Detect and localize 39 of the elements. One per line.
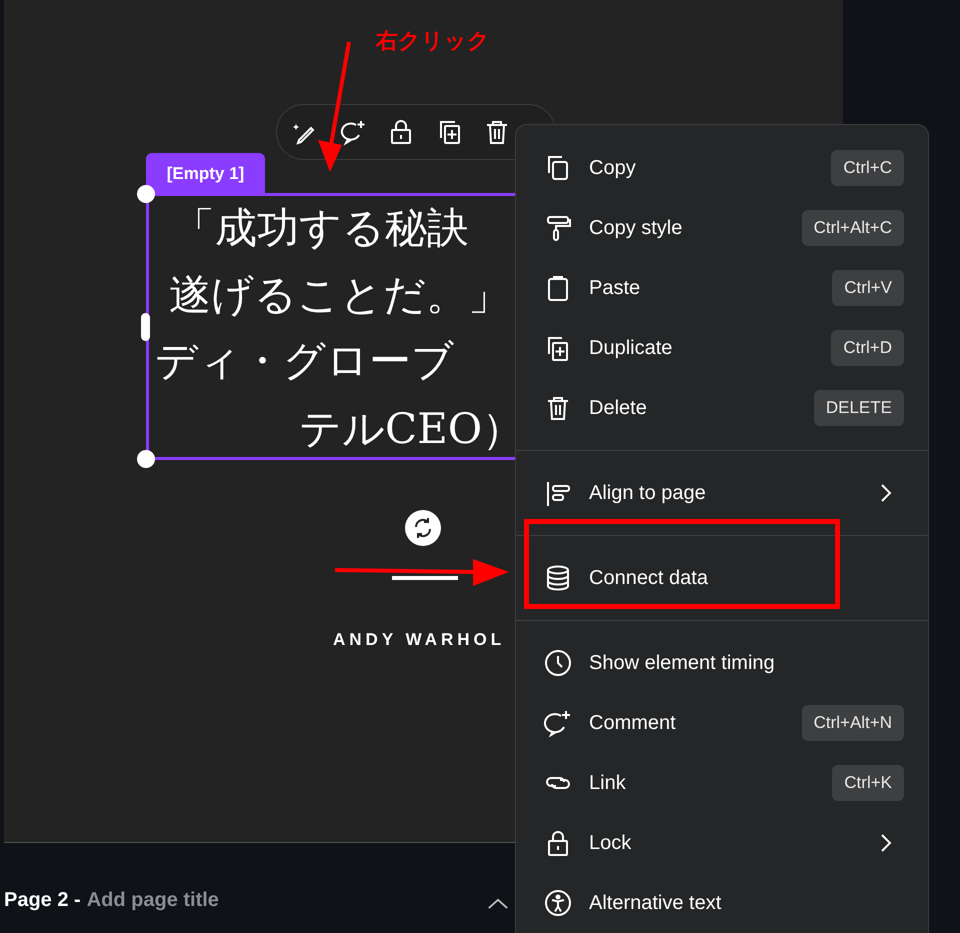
chevron-right-icon [880,833,892,853]
shortcut-badge: Ctrl+V [832,270,904,306]
shortcut-badge: Ctrl+C [831,150,904,186]
menu-item[interactable]: Link Ctrl+K [516,753,928,813]
shortcut-badge: Ctrl+Alt+C [802,210,904,246]
rotate-handle-icon[interactable] [404,509,442,547]
menu-item[interactable]: Comment Ctrl+Alt+N [516,693,928,753]
clock-icon [544,649,572,677]
chevron-right-icon [880,483,892,503]
database-icon [544,564,572,592]
annotation-label: 右クリック [376,27,490,55]
chevron-up-icon[interactable] [487,897,509,910]
align-left-icon [544,479,572,507]
quote-text-line: 遂げることだ。」 [169,270,510,320]
shortcut-badge: DELETE [814,390,904,426]
resize-handle[interactable] [137,185,155,203]
menu-item[interactable]: Show element timing [516,633,928,693]
menu-item[interactable]: Copy style Ctrl+Alt+C [516,198,928,258]
resize-handle[interactable] [137,450,155,468]
menu-item[interactable]: Alternative text [516,873,928,933]
side-resize-handle[interactable] [141,313,150,341]
author-name: ANDY WARHOL [333,630,506,650]
page-title-field[interactable]: Add page title [86,888,287,912]
menu-item[interactable]: Duplicate Ctrl+D [516,318,928,378]
menu-item[interactable]: Copy Ctrl+C [516,138,928,198]
quote-text-line: 「成功する秘訣 [173,203,469,253]
shortcut-badge: Ctrl+Alt+N [802,705,904,741]
comment-plus-icon [544,709,572,737]
menu-item[interactable]: Align to page [516,463,928,523]
paint-roller-icon [544,214,572,242]
menu-item[interactable]: Lock [516,813,928,873]
shortcut-badge: Ctrl+K [832,765,904,801]
accessibility-icon [544,889,572,917]
quote-text-line: ディ・グローブ [155,336,454,386]
shortcut-badge: Ctrl+D [831,330,904,366]
menu-item[interactable]: Paste Ctrl+V [516,258,928,318]
placeholder-tag: [Empty 1] [146,153,265,194]
page-label: Page 2 - [4,888,81,912]
comment-plus-icon[interactable] [339,118,367,146]
